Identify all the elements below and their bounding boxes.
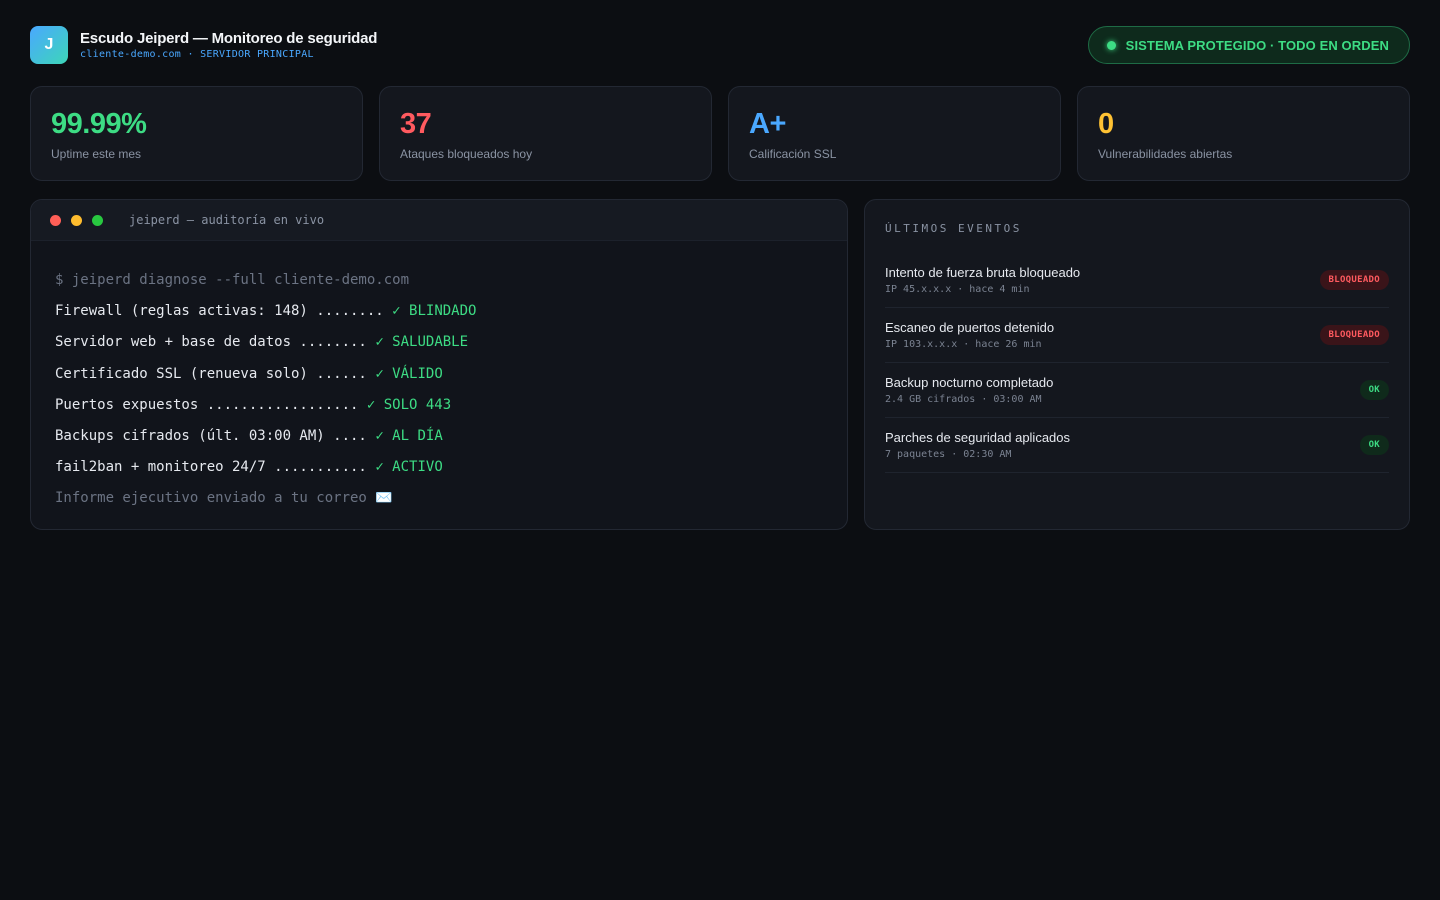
check-label: Certificado SSL (renueva solo) ...... [55,365,367,382]
event-meta: IP 103.x.x.x · hace 26 min [885,339,1042,350]
terminal-body: $ jeiperd diagnose --full cliente-demo.c… [31,241,847,515]
event-main: Escaneo de puertos detenido IP 103.x.x.x… [885,320,1054,350]
check-label: Firewall (reglas activas: 148) ........ [55,303,384,320]
terminal-command: $ jeiperd diagnose --full cliente-demo.c… [55,272,410,288]
check-label: Servidor web + base de datos ........ [55,334,367,351]
check-label: Backups cifrados (últ. 03:00 AM) .... [55,427,367,444]
event-main: Backup nocturno completado 2.4 GB cifrad… [885,375,1053,405]
check-label: Puertos expuestos .................. [55,396,359,413]
event-item[interactable]: Parches de seguridad aplicados 7 paquete… [885,418,1389,473]
event-meta: 2.4 GB cifrados · 03:00 AM [885,394,1042,405]
stat-label: Ataques bloqueados hoy [400,147,533,161]
stat-value: A+ [749,108,786,140]
stat-card-attacks: 37 Ataques bloqueados hoy [379,86,712,181]
event-status-badge: OK [1359,435,1389,455]
stat-card-vulnerabilities: 0 Vulnerabilidades abiertas [1077,86,1410,181]
page-title: Escudo Jeiperd — Monitoreo de seguridad [80,30,378,47]
check-result: ✓ AL DÍA [375,427,443,444]
envelope-icon: ✉️ [375,490,393,507]
stat-card-uptime: 99.99% Uptime este mes [30,86,363,181]
stat-value: 99.99% [51,108,147,140]
events-heading: ÚLTIMOS EVENTOS [885,222,1022,235]
event-item[interactable]: Backup nocturno completado 2.4 GB cifrad… [885,363,1389,418]
event-title: Backup nocturno completado [885,375,1054,390]
event-meta: IP 45.x.x.x · hace 4 min [885,284,1030,295]
latest-events-panel: ÚLTIMOS EVENTOS Intento de fuerza bruta … [864,199,1410,530]
event-status-badge: OK [1359,380,1389,400]
event-meta: 7 paquetes · 02:30 AM [885,449,1012,460]
check-label: fail2ban + monitoreo 24/7 ........... [55,459,367,476]
terminal-check-line: Certificado SSL (renueva solo) ...... ✓ … [55,359,823,390]
terminal-title: jeiperd — auditoría en vivo [129,213,325,227]
system-status-text: SISTEMA PROTEGIDO · TODO EN ORDEN [1125,37,1389,53]
terminal-title-bar: jeiperd — auditoría en vivo [31,200,847,241]
event-list: Intento de fuerza bruta bloqueado IP 45.… [885,253,1389,473]
close-window-icon[interactable] [50,214,61,226]
terminal-check-line: Servidor web + base de datos ........ ✓ … [55,327,823,358]
terminal-check-line: Backups cifrados (últ. 03:00 AM) .... ✓ … [55,421,823,452]
event-title: Intento de fuerza bruta bloqueado [885,265,1081,280]
app-logo: J [30,26,68,64]
event-main: Parches de seguridad aplicados 7 paquete… [885,430,1070,460]
brand-text: Escudo Jeiperd — Monitoreo de seguridad … [80,30,377,60]
event-title: Escaneo de puertos detenido [885,320,1055,335]
event-title: Parches de seguridad aplicados [885,430,1071,445]
server-subtitle: cliente-demo.com · SERVIDOR PRINCIPAL [80,49,314,60]
minimize-window-icon[interactable] [71,214,82,226]
check-result: ✓ VÁLIDO [375,365,443,382]
event-item[interactable]: Escaneo de puertos detenido IP 103.x.x.x… [885,308,1389,363]
terminal-check-line: fail2ban + monitoreo 24/7 ........... ✓ … [55,452,823,483]
audit-terminal: jeiperd — auditoría en vivo $ jeiperd di… [30,199,848,530]
stats-row: 99.99% Uptime este mes 37 Ataques bloque… [30,86,1410,181]
maximize-window-icon[interactable] [92,214,103,226]
terminal-check-line: Puertos expuestos .................. ✓ S… [55,390,823,421]
check-result: ✓ SALUDABLE [375,334,469,351]
app-header: J Escudo Jeiperd — Monitoreo de segurida… [30,26,1410,64]
stat-label: Vulnerabilidades abiertas [1098,147,1233,161]
brand: J Escudo Jeiperd — Monitoreo de segurida… [30,26,377,64]
stat-value: 0 [1098,108,1114,140]
report-sent-text: Informe ejecutivo enviado a tu correo [55,490,367,507]
event-status-badge: BLOQUEADO [1319,270,1389,290]
check-result: ✓ ACTIVO [375,459,443,476]
stat-value: 37 [400,108,432,140]
event-main: Intento de fuerza bruta bloqueado IP 45.… [885,265,1080,295]
status-dot-icon [1106,40,1116,50]
terminal-footer-line: Informe ejecutivo enviado a tu correo ✉️ [55,483,823,514]
system-status-badge: SISTEMA PROTEGIDO · TODO EN ORDEN [1087,26,1410,64]
stat-card-ssl: A+ Calificación SSL [728,86,1061,181]
stat-label: Calificación SSL [749,147,837,161]
check-result: ✓ BLINDADO [392,303,477,320]
event-item[interactable]: Intento de fuerza bruta bloqueado IP 45.… [885,253,1389,308]
check-result: ✓ SOLO 443 [366,396,452,413]
terminal-check-line: Firewall (reglas activas: 148) ........ … [55,296,823,327]
stat-label: Uptime este mes [51,147,142,161]
event-status-badge: BLOQUEADO [1319,325,1389,345]
